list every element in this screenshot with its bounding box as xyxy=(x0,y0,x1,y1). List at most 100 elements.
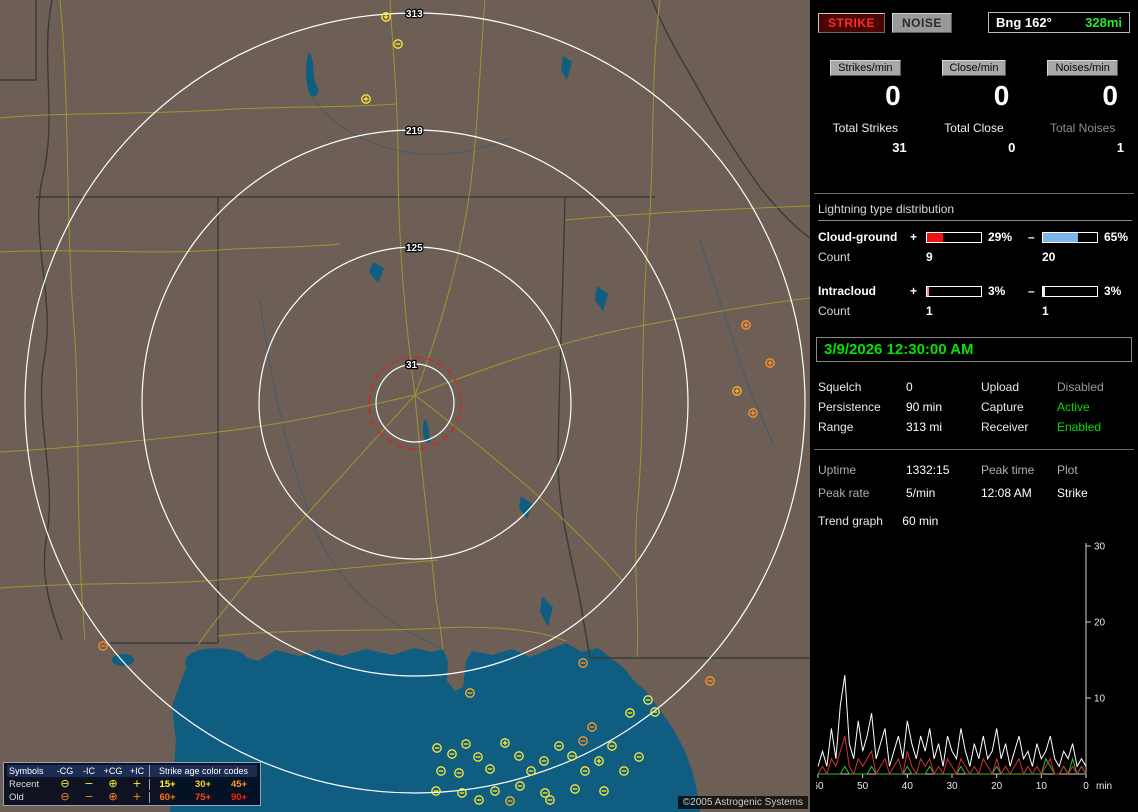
x-tick-label: 50 xyxy=(857,781,869,792)
setting-label: Range xyxy=(818,420,854,434)
legend-col-neg-ic: -IC xyxy=(77,765,101,777)
minus-sign: – xyxy=(1028,230,1035,244)
count-label: Count xyxy=(818,250,851,264)
trend-series-close xyxy=(817,735,1087,776)
negative-count: 20 xyxy=(1042,250,1056,264)
copyright-notice: ©2005 Astrogenic Systems xyxy=(677,796,808,809)
legend-row-label: Recent xyxy=(9,778,40,790)
stat-cell: Plot xyxy=(1057,463,1078,477)
total-noises-value: 1 xyxy=(1116,140,1124,155)
legend-symbol-+IC: + xyxy=(132,777,142,790)
trend-graph-label: Trend graph xyxy=(818,514,883,528)
setting-value: Active xyxy=(1057,400,1090,414)
legend-age-header: Strike age color codes xyxy=(149,765,257,777)
lake xyxy=(112,654,134,666)
setting-value: Enabled xyxy=(1057,420,1102,434)
distribution-type-label: Intracloud xyxy=(818,284,877,298)
trend-graph-header: Trend graph 60 min xyxy=(818,514,938,528)
legend-row-label: Old xyxy=(9,791,24,803)
plus-sign: + xyxy=(910,284,918,298)
map-panel[interactable]: 313 219 125 31 Symbols -CG -IC +CG +IC Stri… xyxy=(0,0,810,812)
close-rate-column: Close/min 0 Total Close 0 xyxy=(923,58,1026,155)
negative-share-pct: 3% xyxy=(1104,284,1122,298)
range-ring-label-125: 125 xyxy=(406,243,423,254)
stat-cell: Peak rate xyxy=(818,486,870,500)
strikes-rate-column: Strikes/min 0 Total Strikes 31 xyxy=(814,58,917,155)
x-axis-unit: min xyxy=(1096,781,1112,792)
x-tick-label: 10 xyxy=(1036,781,1048,792)
range-ring-label-313: 313 xyxy=(406,9,423,20)
trend-graph: 10 20 30 60 50 40 30 20 10 0 min xyxy=(816,542,1112,793)
negative-share-bar xyxy=(1042,285,1098,297)
legend-age-code: 60+ xyxy=(149,791,185,803)
chip-noises-per-min[interactable]: Noises/min xyxy=(1047,60,1118,76)
stat-cell: Peak time xyxy=(981,463,1035,477)
setting-label: Persistence xyxy=(818,400,881,414)
noise-indicator-button[interactable]: NOISE xyxy=(892,12,952,33)
legend-col-pos-cg: +CG xyxy=(101,765,125,777)
setting-label: Receiver xyxy=(981,420,1029,434)
x-tick-label: 30 xyxy=(946,781,958,792)
y-tick-label: 30 xyxy=(1094,542,1106,553)
noises-per-min-value: 0 xyxy=(1102,80,1118,111)
positive-share-bar xyxy=(926,231,982,243)
setting-label: Squelch xyxy=(818,380,862,394)
strike-indicator-button[interactable]: STRIKE xyxy=(818,12,886,33)
setting-label: Capture xyxy=(981,400,1024,414)
count-label: Count xyxy=(818,304,851,318)
stat-cell: 5/min xyxy=(906,486,936,500)
total-close-label: Total Close xyxy=(944,121,1004,135)
total-strikes-value: 31 xyxy=(892,140,907,155)
lightning-map[interactable]: 313 219 125 31 xyxy=(0,0,810,812)
clock-display: 3/9/2026 12:30:00 AM xyxy=(816,337,1132,362)
legend-age-code: 45+ xyxy=(230,778,248,790)
negative-count: 1 xyxy=(1042,304,1049,318)
distribution-title: Lightning type distribution xyxy=(818,202,1132,221)
strikes-per-min-value: 0 xyxy=(885,80,901,111)
legend-col-neg-cg: -CG xyxy=(53,765,77,777)
indicator-bar: STRIKE NOISE Bng 162° 328mi xyxy=(818,12,1130,33)
bearing-range: 328mi xyxy=(1085,15,1122,30)
status-panel: STRIKE NOISE Bng 162° 328mi Strikes/min … xyxy=(810,0,1138,812)
total-noises-label: Total Noises xyxy=(1049,121,1116,135)
y-tick-label: 20 xyxy=(1094,618,1106,629)
setting-value: Disabled xyxy=(1057,380,1104,394)
legend-col-pos-ic: +IC xyxy=(125,765,149,777)
divider xyxy=(814,449,1134,450)
stat-cell: Uptime xyxy=(818,463,857,477)
legend-symbol-+CG: ⊕ xyxy=(108,790,118,803)
x-tick-label: 0 xyxy=(1083,781,1089,792)
x-tick-label: 40 xyxy=(902,781,914,792)
positive-share-bar xyxy=(926,285,982,297)
legend-age-code: 30+ xyxy=(194,778,212,790)
close-per-min-value: 0 xyxy=(993,80,1010,111)
stat-cell: Strike xyxy=(1057,486,1088,500)
chip-strikes-per-min[interactable]: Strikes/min xyxy=(830,60,901,76)
chip-close-per-min[interactable]: Close/min xyxy=(941,60,1007,76)
legend-age-code: 15+ xyxy=(149,778,185,790)
legend-symbol-+CG: ⊕ xyxy=(108,777,118,790)
rates-section: Strikes/min 0 Total Strikes 31 Close/min… xyxy=(814,58,1134,155)
lightning-monitor-window: 313 219 125 31 Symbols -CG -IC +CG +IC Stri… xyxy=(0,0,1138,812)
legend-age-code: 90+ xyxy=(230,791,248,803)
x-tick-label: 20 xyxy=(991,781,1003,792)
negative-share-pct: 65% xyxy=(1104,230,1129,244)
range-ring-label-219: 219 xyxy=(406,126,423,137)
stat-cell: 1332:15 xyxy=(906,463,950,477)
plus-sign: + xyxy=(910,230,918,244)
x-tick-label: 60 xyxy=(816,781,824,792)
settings-section: Squelch 0 Upload Disabled Persistence 90 min C… xyxy=(818,377,1132,437)
positive-count: 1 xyxy=(926,304,933,318)
total-strikes-label: Total Strikes xyxy=(832,121,898,135)
stat-cell: 12:08 AM xyxy=(981,486,1032,500)
range-ring-label-31: 31 xyxy=(406,360,418,371)
trend-series-strikes xyxy=(817,675,1087,768)
negative-share-bar xyxy=(1042,231,1098,243)
bearing-label: Bng 162° xyxy=(996,15,1052,30)
setting-value: 0 xyxy=(906,380,913,394)
legend-symbol--CG: ⊖ xyxy=(60,790,70,803)
distribution-type-label: Cloud-ground xyxy=(818,230,898,244)
legend-symbol-+IC: + xyxy=(132,790,142,803)
setting-value: 90 min xyxy=(906,400,943,414)
